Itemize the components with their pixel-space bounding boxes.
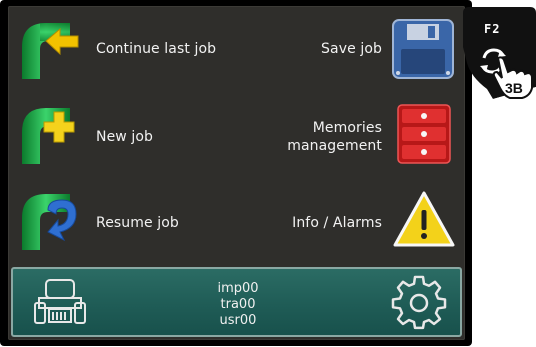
memories-label-line1: Memories: [312, 120, 382, 136]
resume-job-label: Resume job: [96, 215, 179, 231]
f2-key-label: F2: [484, 22, 501, 36]
step-badge: 3B: [505, 80, 523, 96]
machine-status-bar[interactable]: imp00 tra00 usr00: [11, 267, 462, 337]
memories-label-line2: management: [287, 138, 382, 154]
new-job-label: New job: [96, 129, 154, 145]
status-line-usr: usr00: [219, 313, 257, 328]
gear-icon[interactable]: [391, 275, 447, 331]
status-line-tra: tra00: [220, 297, 256, 312]
pipe-plus-icon: [22, 108, 75, 164]
continue-last-job-button[interactable]: Continue last job: [14, 14, 244, 84]
tractor-icon: [34, 279, 86, 324]
info-alarms-button[interactable]: Info / Alarms: [244, 184, 462, 254]
pipe-arrow-left-icon: [22, 23, 79, 79]
resume-job-button[interactable]: Resume job: [14, 184, 244, 254]
status-text: imp00 tra00 usr00: [193, 281, 283, 329]
memories-management-button[interactable]: Memories management: [244, 99, 462, 169]
memories-management-label: Memories management: [287, 119, 382, 155]
info-alarms-label: Info / Alarms: [292, 215, 382, 231]
continue-last-job-label: Continue last job: [96, 41, 217, 57]
warning-triangle-icon: [393, 191, 455, 247]
storage-cabinet-icon: [397, 104, 451, 164]
new-job-button[interactable]: New job: [14, 99, 244, 169]
device-screen: Continue last job New job Resume job Sav…: [0, 0, 472, 346]
main-menu-panel: Continue last job New job Resume job Sav…: [8, 6, 465, 340]
status-line-imp: imp00: [217, 281, 259, 296]
pipe-undo-arrow-icon: [22, 194, 77, 250]
floppy-disk-icon: [392, 19, 454, 79]
save-job-label: Save job: [321, 41, 382, 57]
save-job-button[interactable]: Save job: [244, 14, 462, 84]
